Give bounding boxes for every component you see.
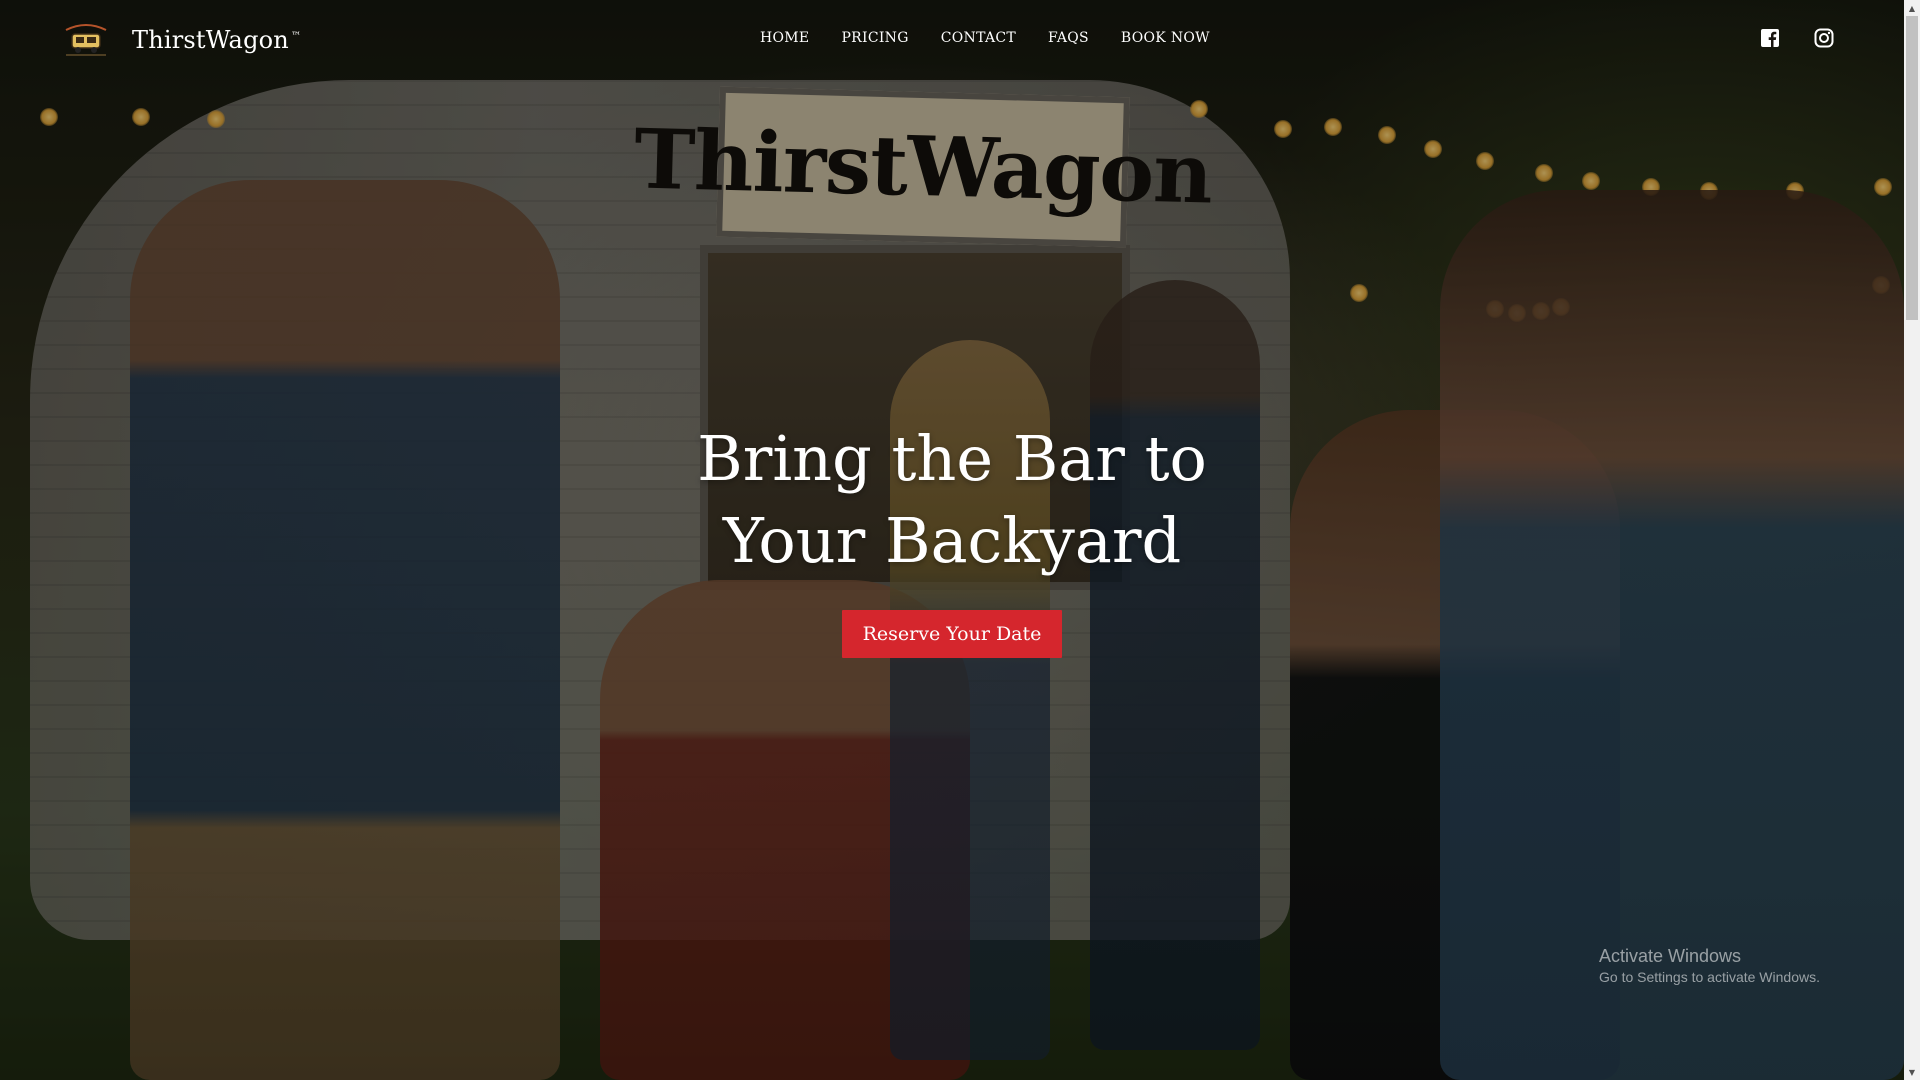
scroll-down-arrow-icon[interactable]: ▼ — [1904, 1064, 1920, 1080]
vertical-scrollbar[interactable]: ▲ ▼ — [1904, 0, 1920, 1080]
hero-section: Bring the Bar to Your Backyard Reserve Y… — [0, 418, 1904, 658]
main-nav: HOME PRICING CONTACT FAQS BOOK NOW — [760, 30, 1242, 46]
nav-book-now[interactable]: BOOK NOW — [1121, 30, 1210, 46]
page: ThirstWagon ThirstWagon ™ HOME PRICING C… — [0, 0, 1920, 1080]
social-links — [1760, 28, 1834, 48]
hero-title-line-2: Your Backyard — [722, 504, 1182, 577]
nav-pricing[interactable]: PRICING — [841, 30, 908, 46]
brand-name[interactable]: ThirstWagon ™ — [132, 26, 301, 54]
nav-contact[interactable]: CONTACT — [941, 30, 1016, 46]
hero-title: Bring the Bar to Your Backyard — [602, 418, 1302, 582]
nav-faqs[interactable]: FAQS — [1048, 30, 1089, 46]
scroll-up-arrow-icon[interactable]: ▲ — [1904, 0, 1920, 16]
activate-windows-watermark: Activate Windows Go to Settings to activ… — [1599, 946, 1820, 985]
food-truck-logo-icon[interactable] — [60, 20, 112, 60]
nav-home[interactable]: HOME — [760, 30, 809, 46]
hero-title-line-1: Bring the Bar to — [697, 422, 1207, 495]
facebook-icon[interactable] — [1760, 28, 1780, 48]
watermark-title: Activate Windows — [1599, 946, 1742, 966]
watermark-subtitle: Go to Settings to activate Windows. — [1599, 969, 1820, 985]
scrollbar-thumb[interactable] — [1906, 16, 1918, 320]
reserve-date-button[interactable]: Reserve Your Date — [841, 610, 1063, 658]
site-header: ThirstWagon ™ HOME PRICING CONTACT FAQS B… — [0, 0, 1904, 80]
trademark-symbol: ™ — [290, 31, 302, 42]
brand[interactable]: ThirstWagon ™ — [60, 18, 301, 62]
instagram-icon[interactable] — [1814, 28, 1834, 48]
